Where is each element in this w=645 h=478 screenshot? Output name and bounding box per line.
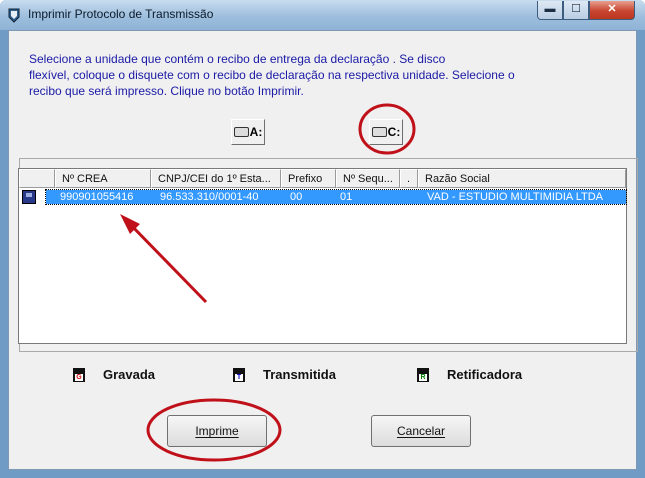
cell-prefixo: 00 bbox=[290, 191, 303, 203]
list-header: Nº CREA CNPJ/CEI do 1º Esta... Prefixo N… bbox=[19, 169, 626, 188]
app-icon bbox=[8, 8, 20, 23]
hard-drive-icon bbox=[371, 127, 387, 137]
legend-gravada: G Gravada bbox=[73, 367, 155, 382]
column-header-dot[interactable]: . bbox=[400, 169, 418, 188]
cell-razao-social: VAD - ESTUDIO MULTIMIDIA LTDA bbox=[427, 191, 604, 203]
drive-a-button[interactable]: A: bbox=[231, 119, 265, 145]
close-button[interactable]: ✕ bbox=[589, 1, 635, 20]
dialog-window: Imprimir Protocolo de Transmissão ▬ ☐ ✕ … bbox=[0, 0, 645, 478]
instruction-line: recibo que será impresso. Clique no botã… bbox=[29, 84, 304, 98]
legend-retificadora: R Retificadora bbox=[417, 367, 522, 382]
legend-transmitida: T Transmitida bbox=[233, 367, 336, 382]
instructions-text: Selecione a unidade que contém o recibo … bbox=[29, 51, 589, 99]
legend-letter: G bbox=[75, 373, 83, 381]
drive-c-label: C: bbox=[387, 125, 401, 139]
floppy-retificadora-icon: R bbox=[417, 367, 429, 382]
window-title: Imprimir Protocolo de Transmissão bbox=[28, 7, 214, 21]
column-header-crea[interactable]: Nº CREA bbox=[55, 169, 151, 188]
cell-crea: 990901055416 bbox=[60, 191, 134, 203]
dialog-body: Selecione a unidade que contém o recibo … bbox=[8, 30, 638, 470]
receipts-list[interactable]: Nº CREA CNPJ/CEI do 1º Esta... Prefixo N… bbox=[18, 168, 627, 344]
legend-label: Transmitida bbox=[263, 367, 336, 382]
column-header-razao-social[interactable]: Razão Social bbox=[418, 169, 626, 188]
column-header-prefixo[interactable]: Prefixo bbox=[281, 169, 336, 188]
instruction-line: Selecione a unidade que contém o recibo … bbox=[29, 52, 446, 66]
column-header-cnpj[interactable]: CNPJ/CEI do 1º Esta... bbox=[151, 169, 281, 188]
table-row[interactable]: 990901055416 96.533.310/0001-40 00 01 VA… bbox=[45, 189, 627, 205]
floppy-drive-icon bbox=[233, 127, 249, 137]
cell-cnpj: 96.533.310/0001-40 bbox=[160, 191, 259, 203]
floppy-transmitida-icon: T bbox=[233, 367, 245, 382]
print-button[interactable]: Imprime bbox=[167, 415, 267, 447]
minimize-button[interactable]: ▬ bbox=[537, 1, 563, 20]
cancel-button[interactable]: Cancelar bbox=[371, 415, 471, 447]
column-header-sequencia[interactable]: Nº Sequ... bbox=[336, 169, 400, 188]
legend-letter: R bbox=[419, 373, 427, 381]
floppy-gravada-icon: G bbox=[73, 367, 85, 382]
column-header-icon[interactable] bbox=[19, 169, 55, 188]
legend-label: Retificadora bbox=[447, 367, 523, 382]
drive-a-label: A: bbox=[249, 125, 263, 139]
legend-label: Gravada bbox=[103, 367, 156, 382]
cell-sequencia: 01 bbox=[340, 191, 353, 203]
floppy-status-icon bbox=[22, 190, 36, 204]
legend-letter: T bbox=[235, 373, 243, 381]
title-bar[interactable]: Imprimir Protocolo de Transmissão ▬ ☐ ✕ bbox=[0, 0, 645, 30]
drive-c-button[interactable]: C: bbox=[369, 119, 403, 145]
maximize-button[interactable]: ☐ bbox=[563, 1, 589, 20]
instruction-line: flexível, coloque o disquete com o recib… bbox=[29, 68, 515, 82]
